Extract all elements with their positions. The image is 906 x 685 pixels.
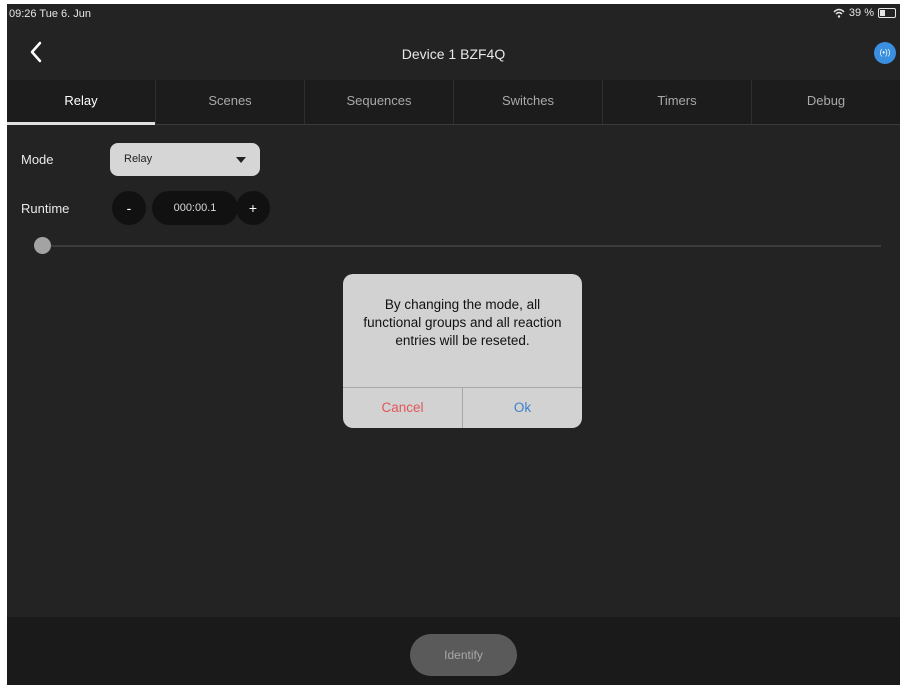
runtime-value[interactable]: 000:00.1 bbox=[152, 191, 238, 225]
ok-button[interactable]: Ok bbox=[463, 388, 582, 428]
mode-select-value: Relay bbox=[124, 153, 153, 165]
battery-fill bbox=[880, 10, 885, 16]
alert-buttons: Cancel Ok bbox=[343, 387, 582, 428]
runtime-label: Runtime bbox=[21, 201, 70, 216]
status-time: 09:26 Tue 6. Jun bbox=[9, 8, 91, 20]
runtime-decrement-button[interactable]: - bbox=[112, 191, 146, 225]
battery-percent: 39 % bbox=[848, 7, 874, 19]
mode-change-alert: By changing the mode, all functional gro… bbox=[343, 274, 582, 428]
mode-label: Mode bbox=[21, 152, 54, 167]
page-title: Device 1 BZF4Q bbox=[401, 46, 506, 62]
identify-button[interactable]: Identify bbox=[410, 634, 517, 676]
navigation-bar: Device 1 BZF4Q (•)) bbox=[7, 30, 900, 80]
status-indicators: 39 % bbox=[833, 7, 896, 19]
mode-select[interactable]: Relay bbox=[110, 143, 260, 176]
tab-debug[interactable]: Debug bbox=[752, 80, 900, 124]
signal-button[interactable]: (•)) bbox=[874, 42, 896, 64]
tab-relay[interactable]: Relay bbox=[7, 80, 156, 125]
tab-sequences[interactable]: Sequences bbox=[305, 80, 454, 124]
cancel-button[interactable]: Cancel bbox=[343, 388, 463, 428]
runtime-slider-track[interactable] bbox=[43, 245, 881, 247]
app-screen: 09:26 Tue 6. Jun 39 % Device 1 BZF4Q (•)… bbox=[7, 4, 900, 685]
runtime-increment-button[interactable]: + bbox=[236, 191, 270, 225]
caret-down-icon bbox=[236, 157, 246, 163]
tab-switches[interactable]: Switches bbox=[454, 80, 603, 124]
status-clock: 09:26 bbox=[9, 8, 37, 20]
battery-icon bbox=[878, 8, 896, 18]
tab-scenes[interactable]: Scenes bbox=[156, 80, 305, 124]
bottom-bar: Identify bbox=[7, 617, 900, 685]
wifi-icon bbox=[833, 8, 845, 18]
runtime-slider-thumb[interactable] bbox=[34, 237, 51, 254]
alert-message: By changing the mode, all functional gro… bbox=[363, 297, 562, 348]
tab-bar: Relay Scenes Sequences Switches Timers D… bbox=[7, 80, 900, 125]
signal-icon: (•)) bbox=[879, 48, 891, 57]
status-date: Tue 6. Jun bbox=[39, 8, 91, 20]
status-bar: 09:26 Tue 6. Jun 39 % bbox=[7, 4, 900, 30]
tab-timers[interactable]: Timers bbox=[603, 80, 752, 124]
